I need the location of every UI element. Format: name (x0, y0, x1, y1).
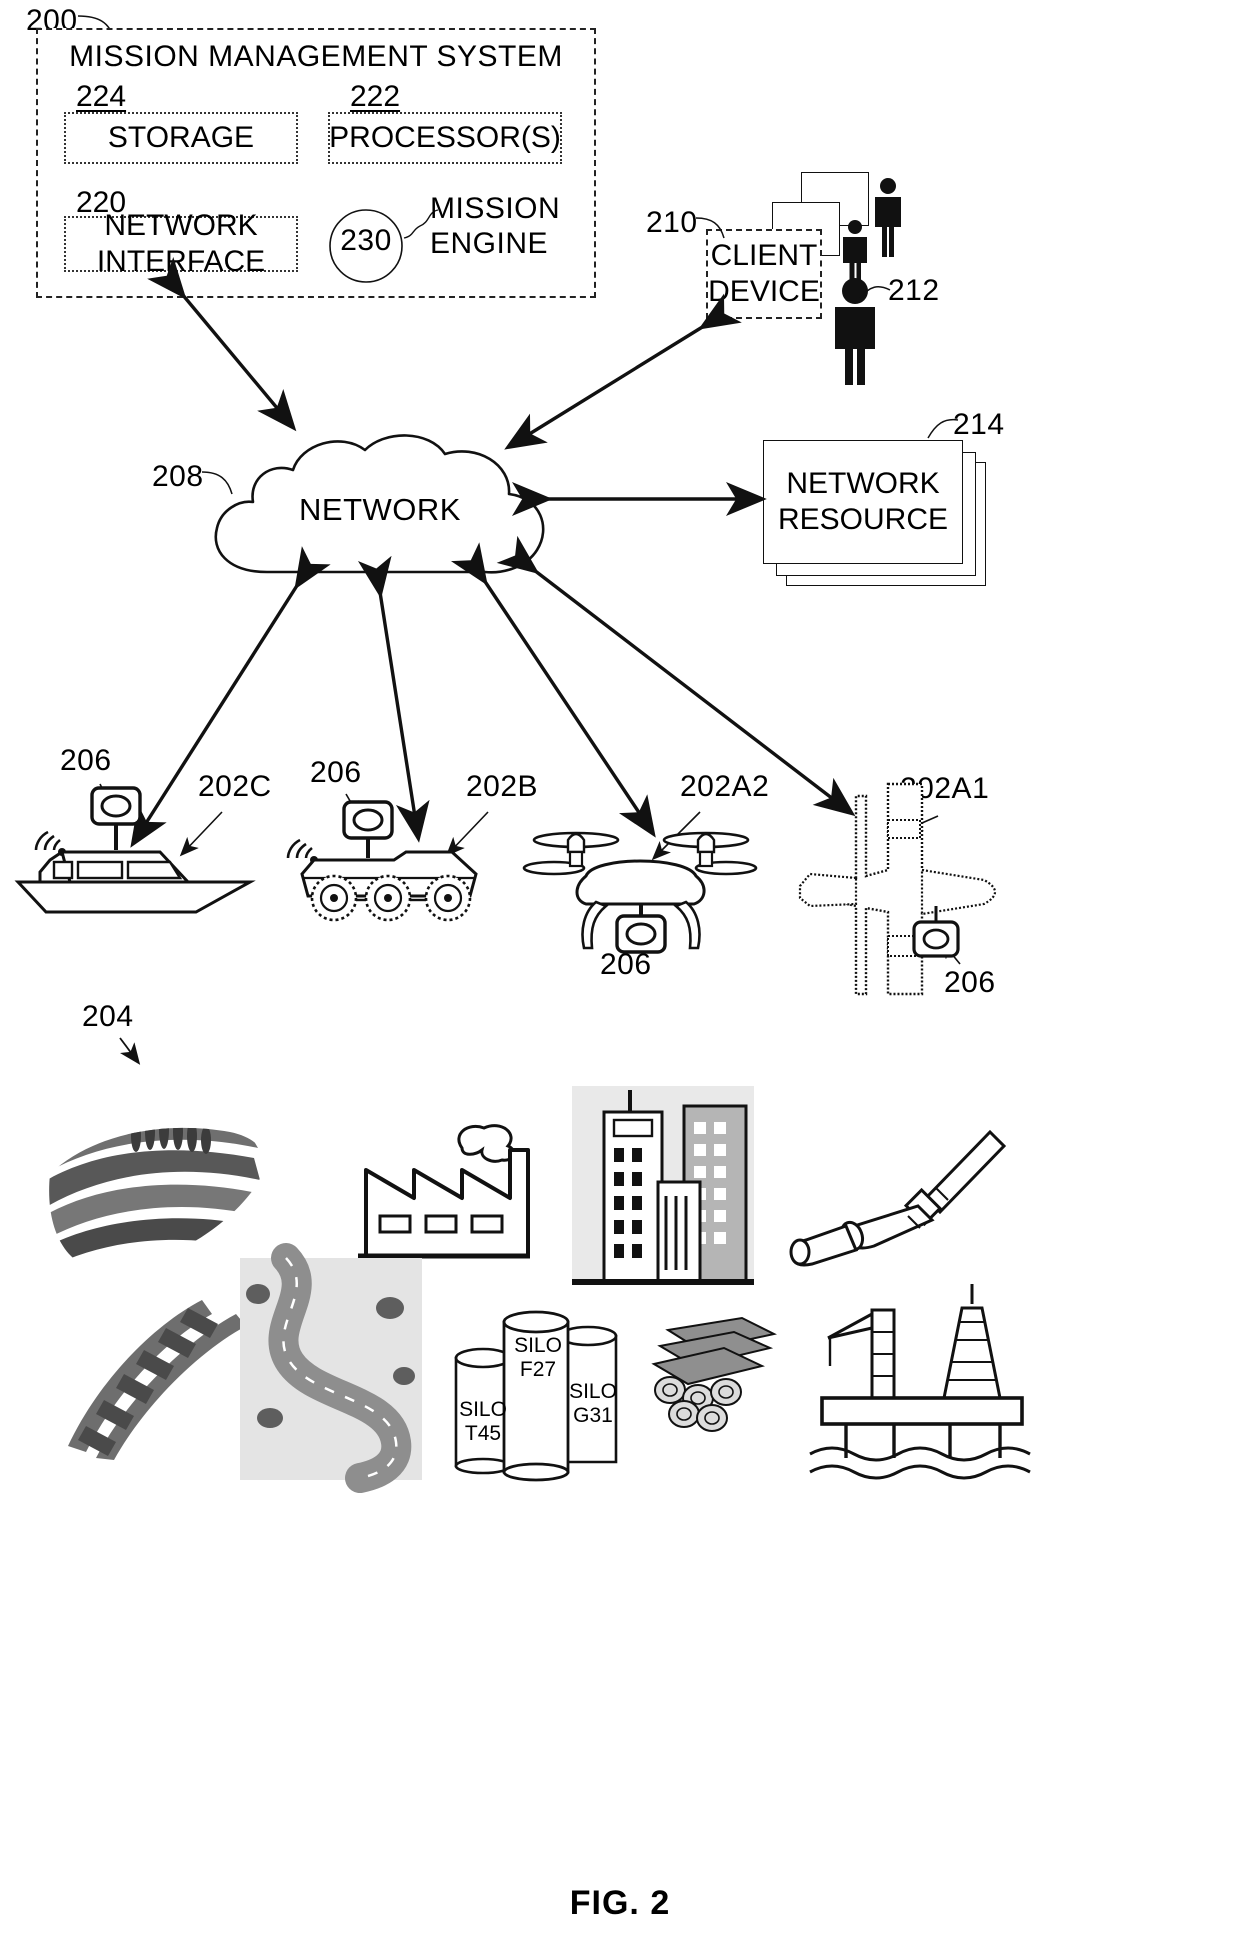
storage-box: STORAGE (64, 112, 298, 164)
city-buildings-image (572, 1086, 754, 1285)
network-interface-box: NETWORK INTERFACE (64, 209, 298, 278)
network-label: NETWORK (299, 492, 461, 527)
mission-management-system-title: MISSION MANAGEMENT SYSTEM (69, 40, 563, 73)
silo-t45-line1: SILO (459, 1398, 507, 1421)
figure-caption: FIG. 2 (569, 1884, 671, 1922)
terraced-field-image (49, 1127, 265, 1271)
silo-g31-line1: SILO (569, 1380, 617, 1403)
network-interface-label: NETWORK INTERFACE (96, 209, 266, 278)
ref-230-label: 230 (340, 224, 392, 257)
silo-label-t45: SILO T45 (452, 1398, 514, 1446)
person-icon-back (875, 178, 901, 257)
silo-label-f27: SILO F27 (506, 1334, 570, 1382)
silo-f27-line2: F27 (519, 1358, 557, 1382)
boat-icon (14, 786, 256, 914)
offshore-oil-rig-image (809, 1284, 1031, 1480)
ref-208-label: 208 (152, 460, 204, 493)
network-resource-box: NETWORK RESOURCE (763, 440, 963, 564)
mission-engine-label: MISSION ENGINE (430, 192, 561, 260)
ref-206-ground-label: 206 (310, 756, 362, 789)
patent-figure-page: 200 MISSION MANAGEMENT SYSTEM 224 STORAG… (0, 0, 1240, 1936)
arrow-network-resource (512, 482, 767, 516)
ref-204-label: 204 (82, 1000, 134, 1033)
network-resource-label: NETWORK RESOURCE (777, 467, 949, 536)
silo-f27-line1: SILO (514, 1334, 562, 1357)
ref-214-leader (927, 418, 959, 439)
arrow-mms-network (147, 256, 297, 432)
winding-road-image (240, 1243, 422, 1493)
silo-t45-line2: T45 (464, 1422, 502, 1446)
pipeline-image (789, 1129, 1007, 1267)
log-pile-image (651, 1316, 777, 1432)
processor-label: PROCESSOR(S) (329, 121, 561, 154)
ref-212-leader (859, 285, 891, 299)
quadcopter-icon (522, 831, 758, 954)
ref-222-label: 222 (350, 80, 401, 113)
ref-208-leader (201, 471, 233, 495)
ref-210-leader (695, 217, 725, 239)
storage-label: STORAGE (107, 121, 255, 154)
ground-vehicle-icon (286, 800, 478, 922)
ref-210-label: 210 (646, 206, 698, 239)
processor-box: PROCESSOR(S) (328, 112, 562, 164)
airplane-icon (797, 782, 997, 996)
railroad-track-image (68, 1300, 246, 1460)
factory-image (358, 1124, 530, 1259)
silo-g31-line2: G31 (573, 1404, 613, 1428)
ref-206-boat-label: 206 (60, 744, 112, 777)
ref-224-label: 224 (76, 80, 127, 113)
ref-202A2-label: 202A2 (680, 770, 770, 803)
silo-label-g31: SILO G31 (562, 1380, 624, 1428)
ref-204-leader (119, 1037, 141, 1065)
